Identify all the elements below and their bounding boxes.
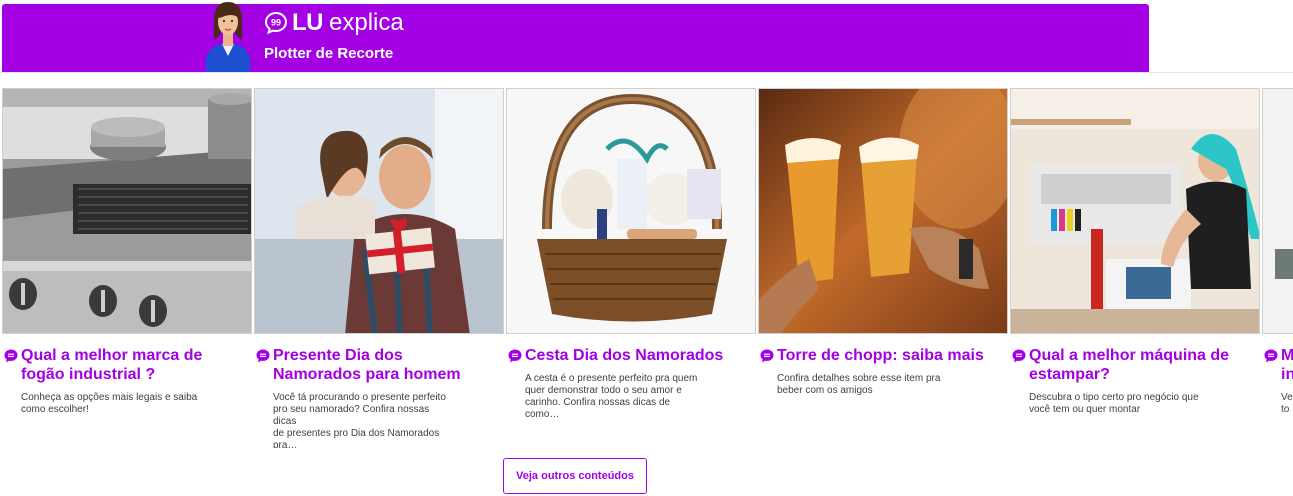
card-description: A cesta é o presente perfeito pra quem q… — [525, 373, 698, 420]
card-title[interactable]: Cesta Dia dos Namorados — [525, 346, 723, 365]
banner-divider — [0, 72, 1293, 73]
industrial-stove-photo[interactable] — [2, 88, 252, 334]
card-description: Descubra o tipo certo pro negócio que vo… — [1029, 392, 1199, 415]
card-title[interactable]: Qual a melhor máquina de estampar? — [1029, 346, 1229, 384]
card-title-row[interactable]: Presente Dia dos Namorados para homem — [256, 346, 488, 384]
chat-bubble-icon — [760, 349, 774, 363]
basket-image — [507, 89, 755, 333]
gift-basket-photo[interactable] — [506, 88, 756, 334]
card-description: Conheça as opções mais legais e saiba co… — [21, 392, 198, 415]
svg-text:99: 99 — [271, 18, 281, 28]
chat-bubble-icon — [256, 349, 270, 363]
card-title-row[interactable]: M in — [1264, 346, 1293, 384]
card-description: Você tá procurando o presente perfeito p… — [273, 392, 446, 448]
chat-bubble-icon — [4, 349, 18, 363]
lu-explica-banner — [2, 4, 1149, 72]
lu-explica-logo: 99 LU explica — [264, 10, 404, 36]
partial-image — [1263, 89, 1293, 333]
printing-machine-photo[interactable] — [1010, 88, 1260, 334]
printer-image — [1011, 89, 1259, 333]
beer-toast-photo[interactable] — [758, 88, 1008, 334]
content-card[interactable]: Qual a melhor máquina de estampar? Descu… — [1008, 88, 1260, 438]
brand-explica: explica — [329, 9, 404, 36]
card-title[interactable]: Torre de chopp: saiba mais — [777, 346, 984, 365]
see-more-content-button[interactable]: Veja outros conteúdos — [503, 458, 647, 494]
beer-image — [759, 89, 1007, 333]
content-carousel: Qual a melhor marca de fogão industrial … — [0, 88, 1293, 448]
chat-bubble-icon — [508, 349, 522, 363]
lu-avatar — [200, 0, 256, 72]
content-card[interactable]: Torre de chopp: saiba mais Confira detal… — [756, 88, 1008, 438]
stove-image — [3, 89, 251, 333]
chat-bubble-icon — [1264, 349, 1278, 363]
card-title-row[interactable]: Torre de chopp: saiba mais — [760, 346, 992, 365]
card-title-row[interactable]: Qual a melhor máquina de estampar? — [1012, 346, 1244, 384]
card-description: Ve to — [1281, 392, 1293, 415]
card-title-row[interactable]: Qual a melhor marca de fogão industrial … — [4, 346, 236, 384]
brand-lu: LU — [292, 9, 324, 36]
banner-subtitle: Plotter de Recorte — [264, 45, 394, 62]
couple-gift-photo[interactable] — [254, 88, 504, 334]
content-card[interactable]: M in Ve to — [1260, 88, 1293, 438]
content-card[interactable]: Qual a melhor marca de fogão industrial … — [0, 88, 252, 438]
partial-photo[interactable] — [1262, 88, 1293, 334]
speech-bubble-logo-icon: 99 — [264, 11, 288, 35]
content-card[interactable]: Presente Dia dos Namorados para homem Vo… — [252, 88, 504, 448]
chat-bubble-icon — [1012, 349, 1026, 363]
couple-image — [255, 89, 503, 333]
card-title[interactable]: Qual a melhor marca de fogão industrial … — [21, 346, 202, 384]
card-title[interactable]: M in — [1281, 346, 1293, 384]
content-card[interactable]: Cesta Dia dos Namorados A cesta é o pres… — [504, 88, 756, 438]
card-title[interactable]: Presente Dia dos Namorados para homem — [273, 346, 461, 384]
card-title-row[interactable]: Cesta Dia dos Namorados — [508, 346, 740, 365]
card-description: Confira detalhes sobre esse item pra beb… — [777, 373, 941, 396]
